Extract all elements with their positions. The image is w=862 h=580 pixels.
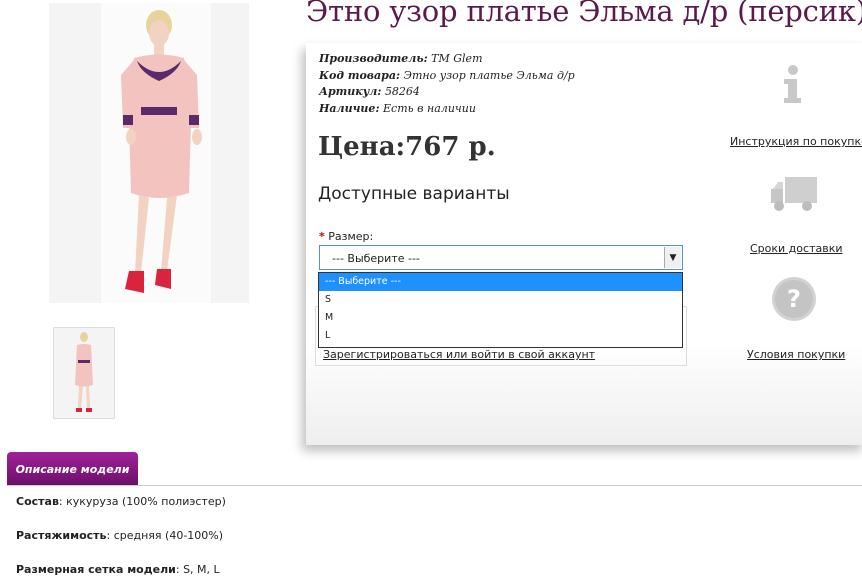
truck-icon (769, 175, 819, 219)
product-info: Производитель: TM Glem Код товара: Этно … (319, 51, 575, 117)
size-option[interactable]: --- Выберите --- (319, 273, 682, 291)
product-thumbnail[interactable] (53, 327, 115, 419)
desc-composition: Состав: кукуруза (100% полиэстер) (16, 495, 226, 508)
variants-heading: Доступные варианты (318, 184, 510, 204)
info-product-code: Код товара: Этно узор платье Эльма д/р (319, 68, 575, 82)
info-sku: Артикул: 58264 (319, 85, 420, 98)
size-option[interactable]: L (319, 327, 682, 345)
terms-link[interactable]: Условия покупки (747, 348, 845, 361)
tab-description[interactable]: Описание модели (7, 452, 138, 486)
desc-stretch: Растяжимость: средняя (40-100%) (16, 529, 224, 542)
page-title: Этно узор платье Эльма д/р (персик) (306, 0, 862, 28)
product-main-image[interactable] (49, 3, 249, 303)
svg-text:?: ? (787, 285, 801, 313)
info-availability: Наличие: Есть в наличии (319, 101, 476, 115)
chevron-down-icon[interactable]: ▼ (664, 247, 681, 268)
delivery-link[interactable]: Сроки доставки (750, 242, 843, 255)
size-select[interactable]: --- Выберите --- ▼ (319, 245, 683, 270)
size-label: * Размер: (319, 230, 374, 243)
info-icon (781, 65, 805, 109)
question-icon: ? (771, 276, 817, 326)
size-option[interactable]: S (319, 291, 682, 309)
info-manufacturer: Производитель: TM Glem (319, 52, 483, 65)
product-price: Цена:767 р. (318, 132, 496, 162)
size-option[interactable]: M (319, 309, 682, 327)
desc-size-grid: Размерная сетка модели: S, M, L (16, 563, 220, 576)
tab-divider (7, 485, 862, 486)
login-link[interactable]: Зарегистрироваться или войти в свой акка… (323, 348, 595, 361)
instructions-link[interactable]: Инструкция по покупке (730, 135, 862, 148)
size-dropdown-list: --- Выберите --- S M L (318, 272, 683, 348)
